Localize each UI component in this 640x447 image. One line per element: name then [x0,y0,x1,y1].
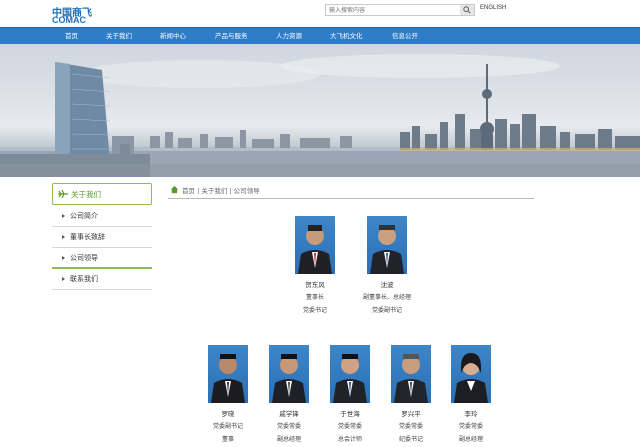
nav-item-hr[interactable]: 人力资源 [276,28,302,44]
leader-name: 戚学锋 [279,410,299,418]
sidebar-item-label: 公司领导 [70,254,98,262]
english-link[interactable]: ENGLISH [480,5,506,11]
sidebar-header: 关于我们 [52,183,152,205]
search-icon [463,6,471,14]
sidebar-item-label: 联系我们 [70,275,98,283]
leader-photo [295,216,335,274]
leader-name: 贺东风 [305,281,325,289]
leader-name: 罗兴平 [401,410,421,418]
search-button[interactable] [460,5,474,15]
leader-role: 副总经理 [458,436,483,443]
breadcrumb: 首页 | 关于我们 | 公司领导 [168,184,534,199]
leader-photo [451,345,491,403]
leader-name: 于世海 [340,410,360,418]
leader-role: 党委副书记 [212,423,243,430]
nav-item-about[interactable]: 关于我们 [106,28,132,44]
nav-item-culture[interactable]: 大飞机文化 [330,28,363,44]
leader-photo [330,345,370,403]
sidebar-item-company-intro[interactable]: 公司简介 [52,207,152,227]
leader-role: 副总经理 [276,436,301,443]
leader-role: 党委常委 [458,423,483,430]
leader-photo [269,345,309,403]
leader-photo [367,216,407,274]
sidebar-item-chairman-speech[interactable]: 董事长致辞 [52,228,152,248]
comac-logo[interactable]: 中国商飞 COMAC [52,4,112,26]
sidebar-item-contact-us[interactable]: 联系我们 [52,270,152,290]
airplane-icon [58,190,68,198]
leader-role: 党委常委 [398,423,423,430]
leader-role: 总会计师 [337,436,362,443]
leader-photo [391,345,431,403]
leader-role: 纪委书记 [398,436,423,443]
chevron-right-icon [62,235,65,239]
search-input[interactable] [326,5,460,15]
chevron-right-icon [62,214,65,218]
chevron-right-icon [62,256,65,260]
leader-name: 罗晓 [221,410,235,418]
site-header: 中国商飞 COMAC ENGLISH [0,0,640,27]
home-icon[interactable] [170,185,179,194]
leader-role: 董事长 [305,294,324,301]
leader-role: 党委书记 [302,307,327,314]
leader-name: 李玲 [464,410,478,418]
sidebar-item-label: 公司简介 [70,212,98,220]
leader-role: 董事 [221,436,234,443]
city-skyline-illustration [0,54,640,177]
nav-item-disclosure[interactable]: 信息公开 [392,28,418,44]
sidebar-title: 关于我们 [71,190,101,199]
banner-image [0,44,640,177]
nav-item-news[interactable]: 新闻中心 [160,28,186,44]
nav-item-products[interactable]: 产品与服务 [215,28,248,44]
sidebar-item-company-leaders[interactable]: 公司领导 [52,249,152,269]
logo-en-text: COMAC [52,15,86,25]
sidebar-item-label: 董事长致辞 [70,233,105,241]
leader-role: 党委常委 [337,423,362,430]
leader-role: 副董事长、总经理 [362,294,411,301]
search-box [325,4,475,16]
leader-name: 沈波 [380,281,394,289]
leader-role: 党委常委 [276,423,301,430]
main-nav: 首页 关于我们 新闻中心 产品与服务 人力资源 大飞机文化 信息公开 [0,27,640,44]
nav-item-home[interactable]: 首页 [65,28,78,44]
breadcrumb-text: 首页 | 关于我们 | 公司领导 [182,187,260,195]
chevron-right-icon [62,277,65,281]
leader-photo [208,345,248,403]
leader-role: 党委副书记 [371,307,402,314]
